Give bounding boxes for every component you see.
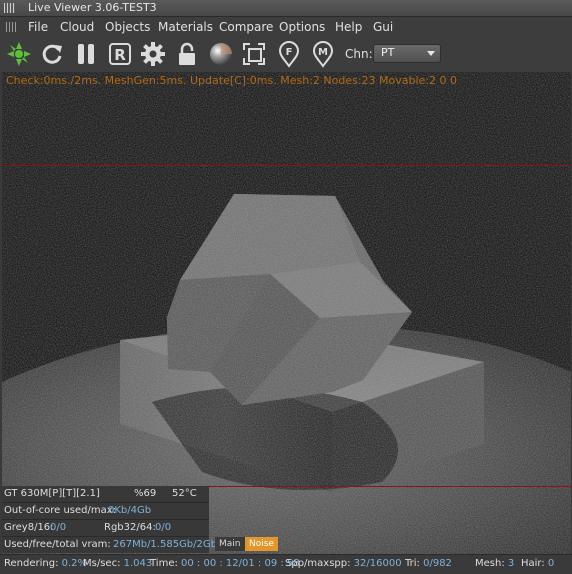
guide-line-top	[2, 165, 571, 166]
status-hair-label: Hair:	[521, 558, 545, 569]
title-bar: Live Viewer 3.06-TEST3	[0, 0, 572, 17]
menu-help[interactable]: Help	[335, 20, 362, 34]
svg-text:M: M	[318, 47, 328, 58]
ooc-label: Out-of-core used/max:	[4, 505, 117, 516]
status-bar: Rendering: 0.2% Ms/sec: 1.043 Time: 00 :…	[0, 554, 572, 574]
tab-noise[interactable]: Noise	[245, 537, 278, 551]
material-ball-icon[interactable]	[207, 40, 235, 68]
menu-options[interactable]: Options	[279, 20, 325, 34]
menu-compare[interactable]: Compare	[219, 20, 273, 34]
channel-label: Chn:	[345, 47, 373, 61]
status-mesh-label: Mesh:	[475, 558, 505, 569]
pause-icon[interactable]	[72, 40, 100, 68]
app-icon	[4, 3, 15, 13]
f-pin-icon[interactable]: F	[275, 40, 303, 68]
status-mesh: Mesh: 3	[475, 558, 514, 569]
svg-text:F: F	[286, 47, 293, 58]
r-reset-icon[interactable]: R	[106, 40, 134, 68]
status-hair: Hair: 0	[521, 558, 554, 569]
status-hair-value: 0	[547, 558, 555, 569]
menu-materials[interactable]: Materials	[158, 20, 213, 34]
ooc-value: 0Kb/4Gb	[108, 505, 152, 516]
menu-objects[interactable]: Objects	[105, 20, 150, 34]
render-image	[2, 72, 571, 554]
status-spp-value: 32/16000	[353, 558, 402, 569]
menu-gui[interactable]: Gui	[373, 20, 393, 34]
grey-value: 0/0	[50, 522, 67, 533]
status-ms-label: Ms/sec:	[83, 558, 121, 569]
stats-overlay: Check:0ms./2ms. MeshGen:5ms. Update[C]:0…	[6, 74, 458, 87]
status-tri-value: 0/982	[423, 558, 452, 569]
status-tri-label: Tri:	[405, 558, 420, 569]
refresh-icon[interactable]	[38, 40, 66, 68]
gpu-name: GT 630M[P][T][2.1]	[4, 488, 100, 499]
vram-value: 267Mb/1.585Gb/2Gb	[113, 539, 217, 550]
status-rendering: Rendering: 0.2%	[4, 558, 87, 569]
status-ms: Ms/sec: 1.043	[83, 558, 152, 569]
status-spp-label: Spp/maxspp:	[285, 558, 351, 569]
info-panel: GT 630M[P][T][2.1] %69 52°C Out-of-core …	[2, 486, 217, 553]
rgb-value: 0/0	[155, 522, 172, 533]
gpu-temp: 52°C	[172, 488, 197, 499]
rgb-label: Rgb32/64:	[104, 522, 156, 533]
channel-select-value: PT	[381, 46, 395, 59]
octane-logo-icon[interactable]	[5, 40, 33, 68]
render-viewport[interactable]: Check:0ms./2ms. MeshGen:5ms. Update[C]:0…	[2, 72, 571, 554]
vram-label: Used/free/total vram:	[4, 539, 111, 550]
lock-icon[interactable]	[173, 40, 201, 68]
texture-row: Grey8/16: 0/0 Rgb32/64: 0/0	[2, 520, 209, 537]
menu-file[interactable]: File	[28, 20, 48, 34]
grey-label: Grey8/16:	[4, 522, 54, 533]
menu-bar: File Cloud Objects Materials Compare Opt…	[0, 17, 572, 37]
window-title: Live Viewer 3.06-TEST3	[28, 1, 157, 14]
menu-grip-icon	[6, 22, 18, 32]
status-time-value: 00 : 00 : 12/01 : 09 : 58	[181, 558, 300, 569]
status-tri: Tri: 0/982	[405, 558, 452, 569]
status-mesh-value: 3	[507, 558, 515, 569]
svg-text:R: R	[114, 46, 126, 64]
gear-icon[interactable]	[139, 40, 167, 68]
gpu-row: GT 630M[P][T][2.1] %69 52°C	[2, 486, 209, 503]
channel-select[interactable]: PT	[373, 44, 441, 63]
status-time-label: Time:	[150, 558, 178, 569]
tab-main[interactable]: Main	[215, 537, 245, 551]
status-ms-value: 1.043	[123, 558, 153, 569]
m-pin-icon[interactable]: M	[309, 40, 337, 68]
status-rendering-label: Rendering:	[4, 558, 59, 569]
gpu-usage: %69	[134, 488, 157, 499]
ooc-row: Out-of-core used/max: 0Kb/4Gb	[2, 503, 209, 520]
focus-frame-icon[interactable]	[240, 40, 268, 68]
vram-row: Used/free/total vram: 267Mb/1.585Gb/2Gb	[2, 537, 217, 553]
status-time: Time: 00 : 00 : 12/01 : 09 : 58	[150, 558, 300, 569]
toolbar: R F M	[0, 37, 572, 72]
chevron-down-icon	[427, 51, 435, 56]
menu-cloud[interactable]: Cloud	[60, 20, 94, 34]
status-spp: Spp/maxspp: 32/16000	[285, 558, 402, 569]
